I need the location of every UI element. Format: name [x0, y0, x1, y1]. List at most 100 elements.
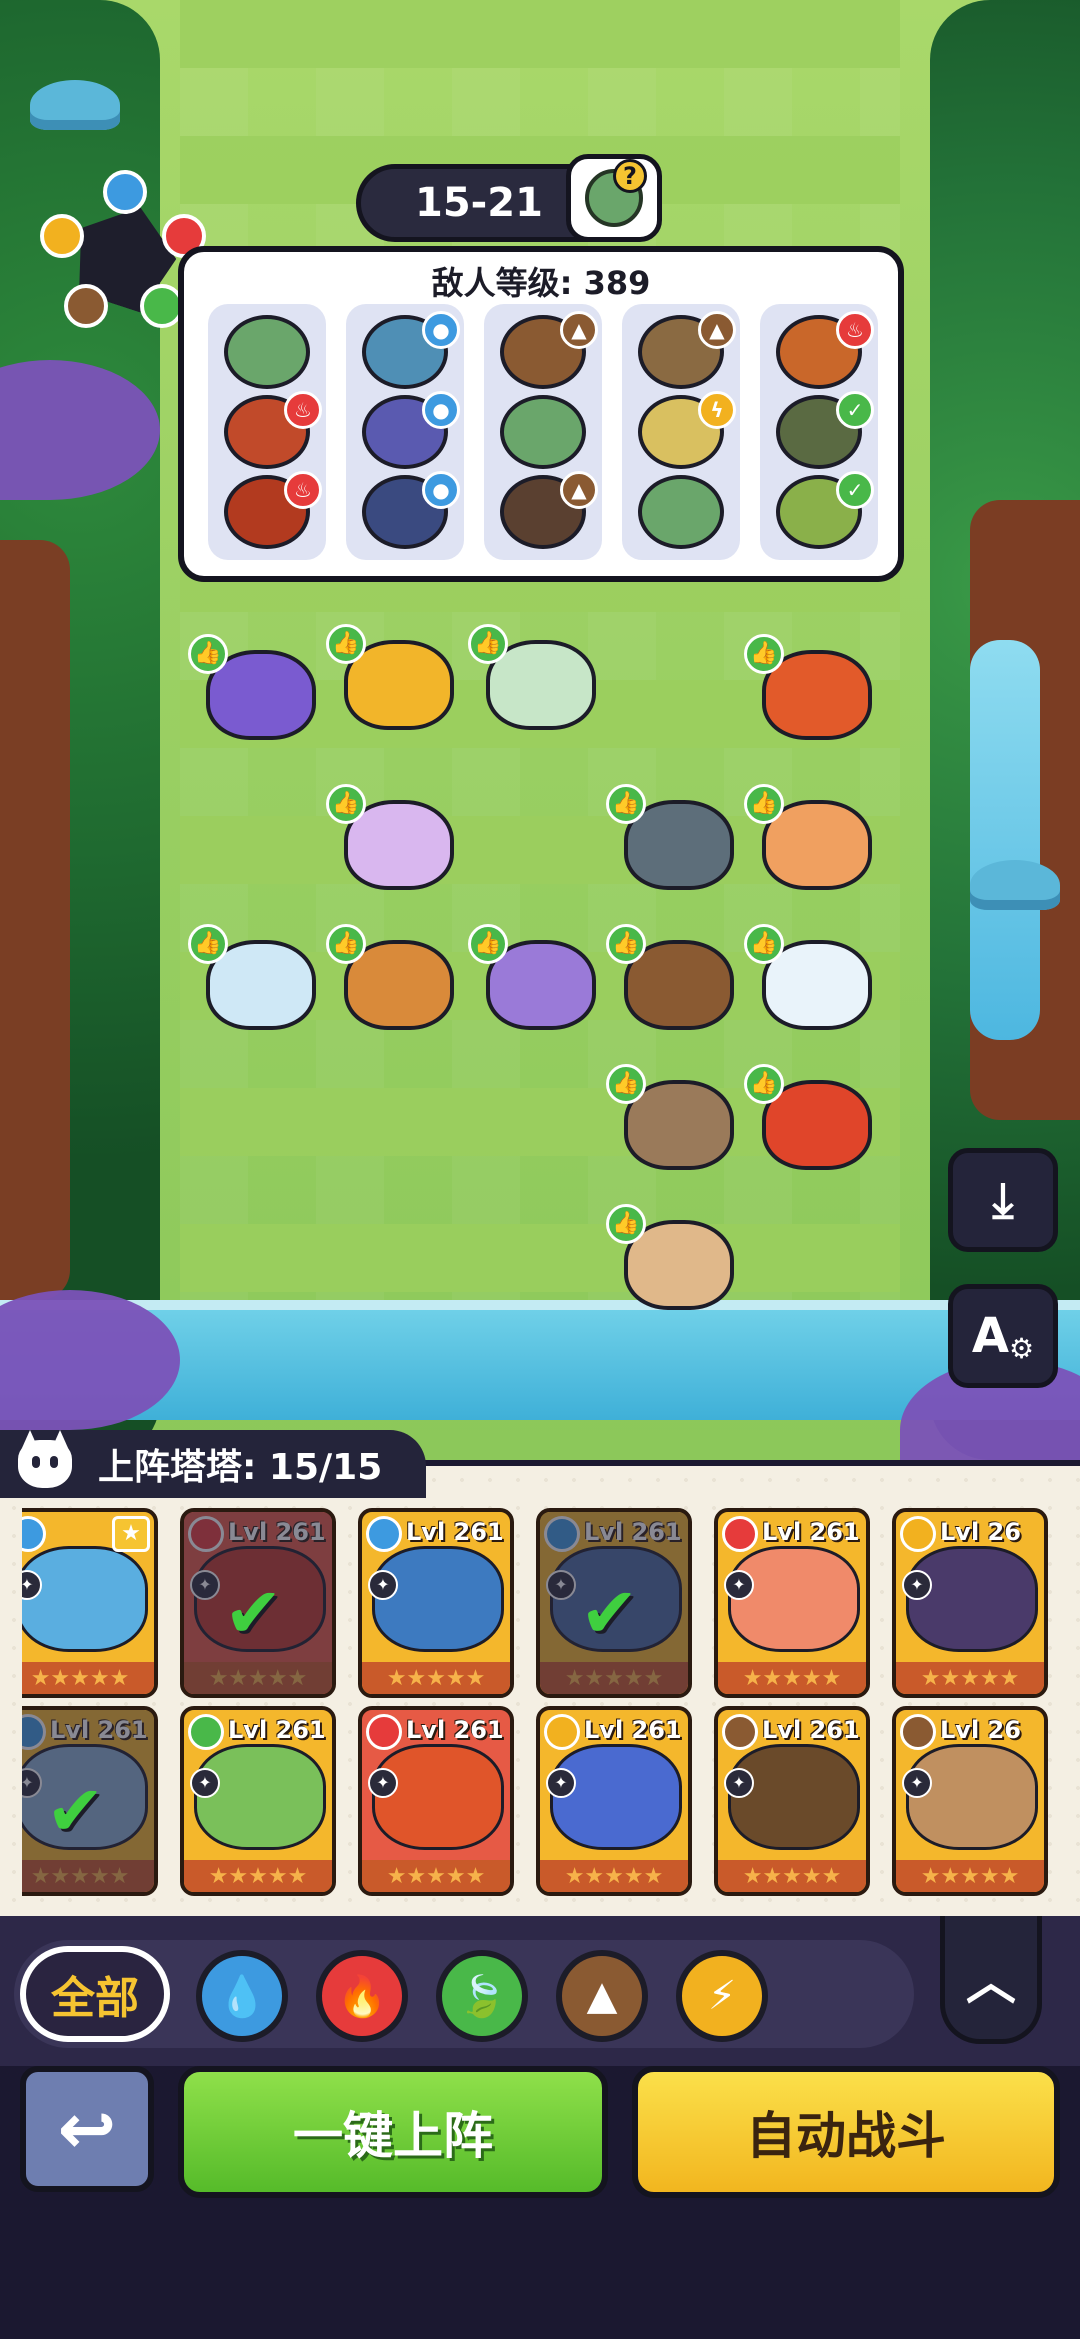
tower-portrait — [372, 1546, 504, 1652]
star-rating: ★★★★★ — [362, 1860, 510, 1892]
tower-card[interactable]: ✦Lvl 261★★★★★✔ — [180, 1508, 336, 1698]
star-rating: ★★★★★ — [896, 1662, 1044, 1694]
enemy-column: ▲ ϟ — [622, 304, 740, 560]
auto-battle-label: 自动战斗 — [746, 2107, 946, 2165]
class-icon: ✦ — [902, 1570, 932, 1600]
enemy-portrait[interactable]: ♨ — [224, 471, 322, 549]
lightning-icon — [40, 214, 84, 258]
unit-green-fairy[interactable]: 👍 — [468, 624, 606, 740]
unit-star-pony[interactable]: 👍 — [326, 784, 464, 900]
tower-portrait — [728, 1546, 860, 1652]
enemy-portrait[interactable] — [224, 315, 310, 389]
enemy-portrait[interactable]: ▲ — [638, 311, 736, 389]
thumbs-up-icon: 👍 — [468, 924, 508, 964]
unit-purple-trex[interactable]: 👍 — [606, 784, 744, 900]
download-icon: ⤓ — [992, 1171, 1014, 1228]
enemy-portrait[interactable]: ϟ — [638, 391, 736, 469]
tower-card[interactable]: ✦Lvl 261★★★★★✔ — [536, 1508, 692, 1698]
enemy-portrait[interactable]: ♨ — [776, 311, 874, 389]
earth-element-icon: ▲ — [560, 471, 598, 509]
unit-butterfly-dragon[interactable]: 👍 — [468, 924, 606, 1040]
unit-water-spirit[interactable]: 👍 — [744, 924, 882, 1040]
unit-snake[interactable]: 👍 — [606, 1204, 744, 1320]
save-lineup-button[interactable]: ⤓ — [948, 1148, 1058, 1252]
tower-level: Lvl 261 — [228, 1716, 326, 1744]
thumbs-up-icon: 👍 — [744, 634, 784, 674]
unit-ice-serpent[interactable]: 👍 — [188, 924, 326, 1040]
thumbs-up-icon: 👍 — [606, 1204, 646, 1244]
thumbs-up-icon: 👍 — [744, 784, 784, 824]
tower-card[interactable]: ✦★★★★★★ — [22, 1508, 158, 1698]
filter-all-button[interactable]: 全部 — [20, 1946, 170, 2042]
deploy-all-button[interactable]: 一键上阵 — [178, 2066, 608, 2198]
filter-water-button[interactable]: 💧 — [196, 1950, 288, 2042]
water-element-icon: ● — [422, 471, 460, 509]
enemy-portrait[interactable]: ● — [362, 391, 460, 469]
unit-black-lion[interactable]: 👍 — [744, 634, 882, 750]
lightning-icon: ⚡ — [707, 1973, 737, 2019]
unit-orange-dog[interactable]: 👍 — [326, 924, 464, 1040]
leaf-element-icon: ✓ — [836, 471, 874, 509]
water-element-icon: ● — [422, 311, 460, 349]
tower-card[interactable]: ✦Lvl 261★★★★★✔ — [22, 1706, 158, 1896]
water-element-icon: ● — [422, 391, 460, 429]
filter-earth-button[interactable]: ▲ — [556, 1950, 648, 2042]
enemy-portrait[interactable]: ● — [362, 471, 460, 549]
class-icon: ✦ — [546, 1768, 576, 1798]
star-rating: ★★★★★ — [184, 1860, 332, 1892]
deployed-check-icon: ✔ — [46, 1770, 105, 1852]
unit-rock-turtle[interactable]: 👍 — [606, 924, 744, 1040]
unit-yellow-fox[interactable]: 👍 — [326, 624, 464, 740]
unit-fire-bunny[interactable]: 👍 — [744, 784, 882, 900]
earth-icon — [64, 284, 108, 328]
filter-fire-button[interactable]: 🔥 — [316, 1950, 408, 2042]
tree-trunk-left — [0, 540, 70, 1300]
auto-settings-button[interactable]: A ⚙ — [948, 1284, 1058, 1388]
enemy-portrait[interactable]: ▲ — [500, 311, 598, 389]
tower-card[interactable]: ✦ Lvl 261 ★★★★★ — [714, 1706, 870, 1896]
flame-icon: 🔥 — [337, 1973, 387, 2020]
thumbs-up-icon: 👍 — [188, 924, 228, 964]
unit-goggle-otter[interactable]: 👍 — [606, 1064, 744, 1180]
collapse-button[interactable]: ︿ — [940, 1916, 1042, 2044]
element-icon — [188, 1714, 224, 1750]
element-icon — [544, 1714, 580, 1750]
enemy-column: ▲ ▲ — [484, 304, 602, 560]
tower-level: Lvl 26 — [940, 1716, 1021, 1744]
filter-lightning-button[interactable]: ⚡ — [676, 1950, 768, 2042]
tower-card[interactable]: ✦ Lvl 26 ★★★★★ — [892, 1508, 1048, 1698]
filter-all-label: 全部 — [51, 1973, 139, 2024]
enemy-columns: ♨ ♨ ● ● ● ▲ ▲ ▲ ϟ ♨ ✓ ✓ — [208, 304, 878, 560]
enemy-portrait[interactable] — [638, 475, 724, 549]
auto-battle-button[interactable]: 自动战斗 — [632, 2066, 1060, 2198]
enemy-column: ♨ ✓ ✓ — [760, 304, 878, 560]
unit-purple-bird[interactable]: 👍 — [188, 634, 326, 750]
back-button[interactable]: ↩ — [20, 2066, 154, 2192]
tower-card[interactable]: ✦ Lvl 261 ★★★★★ — [714, 1508, 870, 1698]
thumbs-up-icon: 👍 — [468, 624, 508, 664]
auto-settings-icon: A — [971, 1308, 1010, 1364]
boss-info-button[interactable]: ? — [566, 154, 662, 242]
enemy-portrait[interactable] — [500, 395, 586, 469]
enemy-portrait[interactable]: ✓ — [776, 471, 874, 549]
thumbs-up-icon: 👍 — [744, 1064, 784, 1104]
tower-portrait — [194, 1744, 326, 1850]
tower-card[interactable]: ✦ Lvl 261 ★★★★★ — [180, 1706, 336, 1896]
enemy-portrait[interactable]: ● — [362, 311, 460, 389]
mushroom-decoration — [30, 80, 120, 130]
water-icon — [103, 170, 147, 214]
filter-leaf-button[interactable]: 🍃 — [436, 1950, 528, 2042]
tower-card[interactable]: ✦ Lvl 261 ★★★★★ — [358, 1508, 514, 1698]
thumbs-up-icon: 👍 — [326, 784, 366, 824]
element-icon — [900, 1714, 936, 1750]
enemy-portrait[interactable]: ♨ — [224, 391, 322, 469]
element-icon — [366, 1516, 402, 1552]
deployed-check-icon: ✔ — [580, 1572, 639, 1654]
roster-panel: ✦★★★★★★✦Lvl 261★★★★★✔✦Lvl 261★★★★★✦Lvl 2… — [0, 1466, 1080, 1916]
unit-red-dragon[interactable]: 👍 — [744, 1064, 882, 1180]
tower-card[interactable]: ✦ Lvl 26 ★★★★★ — [892, 1706, 1048, 1896]
enemy-portrait[interactable]: ▲ — [500, 471, 598, 549]
tower-card[interactable]: ✦ Lvl 261 ★★★★★ — [358, 1706, 514, 1896]
tower-card[interactable]: ✦ Lvl 261 ★★★★★ — [536, 1706, 692, 1896]
enemy-portrait[interactable]: ✓ — [776, 391, 874, 469]
